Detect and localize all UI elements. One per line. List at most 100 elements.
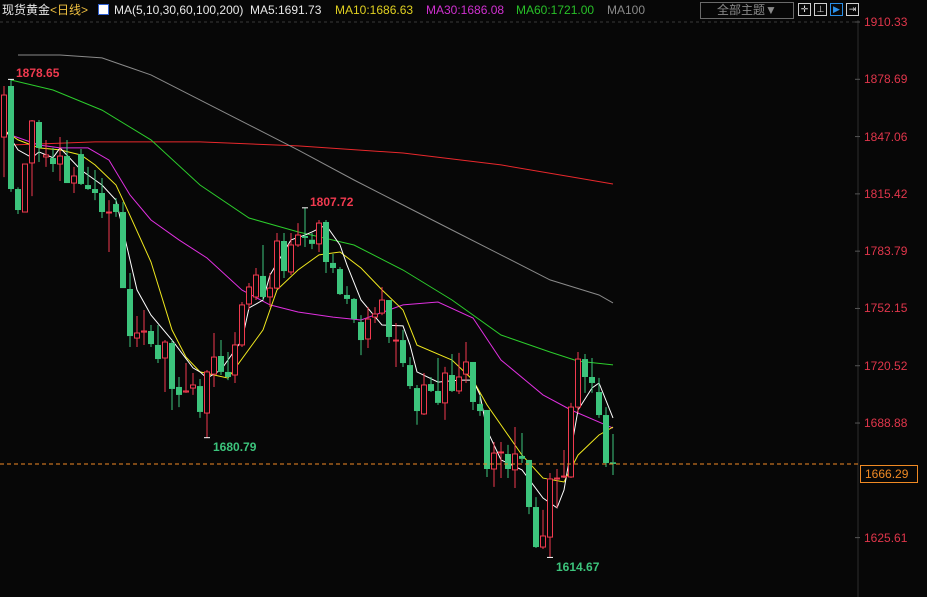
- crosshair-icon[interactable]: ✛: [798, 3, 811, 16]
- candle: [232, 332, 238, 383]
- candle: [414, 384, 420, 425]
- price-tick-label: 1910.33: [864, 15, 908, 29]
- candle: [239, 302, 245, 347]
- candlestick-chart[interactable]: [0, 0, 927, 597]
- candle-body-up: [274, 240, 280, 289]
- candle: [330, 254, 336, 274]
- candle-body-down: [260, 275, 266, 297]
- candle: [449, 354, 455, 393]
- candle-body-down: [407, 365, 413, 387]
- candle: [246, 283, 252, 310]
- candle-body-down: [386, 300, 392, 337]
- high-label-1: 1878.65: [16, 66, 60, 80]
- indicator-chart-icon[interactable]: [98, 4, 109, 15]
- candle-body-down: [8, 85, 14, 190]
- candle-body-up: [211, 356, 217, 375]
- candle-body-up: [554, 477, 560, 480]
- low-label-2: 1614.67: [556, 560, 600, 574]
- candle: [400, 329, 406, 368]
- candle-body-up: [183, 390, 189, 393]
- candle: [498, 442, 504, 479]
- candle-body-down: [197, 386, 203, 412]
- candle-body-up: [442, 372, 448, 404]
- candle-body-up: [22, 163, 28, 213]
- candle-body-down: [85, 185, 91, 190]
- ma-params[interactable]: MA(5,10,30,60,100,200): [114, 0, 243, 20]
- candle-body-down: [309, 239, 315, 244]
- price-tick-label: 1783.79: [864, 244, 908, 259]
- candle: [36, 120, 42, 163]
- candle-body-down: [358, 321, 364, 341]
- candle-body-down: [120, 212, 126, 289]
- candle-body-up: [134, 332, 140, 339]
- candle-body-down: [526, 459, 532, 508]
- candle: [253, 267, 259, 301]
- candle: [134, 315, 140, 347]
- price-tick-label: 1688.88: [864, 416, 908, 431]
- price-tick-label: 1878.69: [864, 72, 908, 87]
- candle-body-down: [218, 355, 224, 372]
- ma10-value: MA10:1686.63: [335, 3, 414, 17]
- candle-body-up: [463, 361, 469, 375]
- candle: [575, 352, 581, 414]
- candle: [71, 166, 77, 194]
- candle-body-up: [421, 384, 427, 415]
- candle-body-up: [372, 313, 378, 318]
- price-tick-label: 1720.52: [864, 358, 908, 373]
- candle: [421, 373, 427, 416]
- candle: [603, 407, 609, 468]
- candle-body-down: [148, 331, 154, 345]
- period-selector[interactable]: <日线>: [50, 0, 88, 20]
- candle-body-down: [400, 340, 406, 364]
- exit-right-icon[interactable]: ⇥: [846, 3, 859, 16]
- candle-body-down: [323, 221, 329, 263]
- candle-body-down: [99, 193, 105, 213]
- price-tick-label: 1752.15: [864, 301, 908, 316]
- candle-body-down: [519, 455, 525, 459]
- candle-body-up: [540, 535, 546, 548]
- candle-body-up: [57, 155, 63, 165]
- candle: [113, 198, 119, 217]
- low-label-1: 1680.79: [213, 440, 257, 454]
- candle-body-up: [498, 451, 504, 454]
- candle: [22, 163, 28, 213]
- candle: [547, 472, 553, 558]
- candle: [141, 309, 147, 345]
- candle-body-up: [491, 452, 497, 470]
- candle-body-down: [50, 158, 56, 165]
- ma100-value: MA100: [607, 3, 646, 17]
- candle: [274, 233, 280, 289]
- candle: [64, 139, 70, 184]
- candle-body-up: [1, 94, 7, 138]
- candle-body-down: [113, 204, 119, 213]
- candle-body-down: [414, 388, 420, 412]
- play-axis-icon[interactable]: ▶: [830, 3, 843, 16]
- candle: [463, 342, 469, 383]
- candle-body-up: [267, 287, 273, 298]
- candle: [85, 166, 91, 190]
- candle: [344, 286, 350, 305]
- candle: [484, 409, 490, 477]
- symbol-name[interactable]: 现货黄金: [2, 0, 50, 20]
- candle-body-up: [71, 175, 77, 184]
- candle-body-down: [36, 122, 42, 148]
- candle: [470, 361, 476, 410]
- candle-body-down: [435, 390, 441, 403]
- theme-dropdown[interactable]: 全部主题▼: [700, 2, 794, 19]
- candle: [519, 432, 525, 464]
- candle: [176, 377, 182, 408]
- candle-body-up: [141, 330, 147, 333]
- candle: [533, 497, 539, 548]
- axis-scale-icon[interactable]: ⊥: [814, 3, 827, 16]
- candle-body-down: [169, 342, 175, 389]
- candle: [211, 332, 217, 387]
- candle-body-up: [456, 376, 462, 392]
- candle: [540, 509, 546, 550]
- candle-body-down: [428, 384, 434, 391]
- candle-body-down: [449, 375, 455, 391]
- candle: [512, 426, 518, 489]
- candle: [148, 325, 154, 347]
- candle-body-down: [155, 344, 161, 360]
- candle-body-up: [295, 234, 301, 246]
- ma30-value: MA30:1686.08: [426, 3, 505, 17]
